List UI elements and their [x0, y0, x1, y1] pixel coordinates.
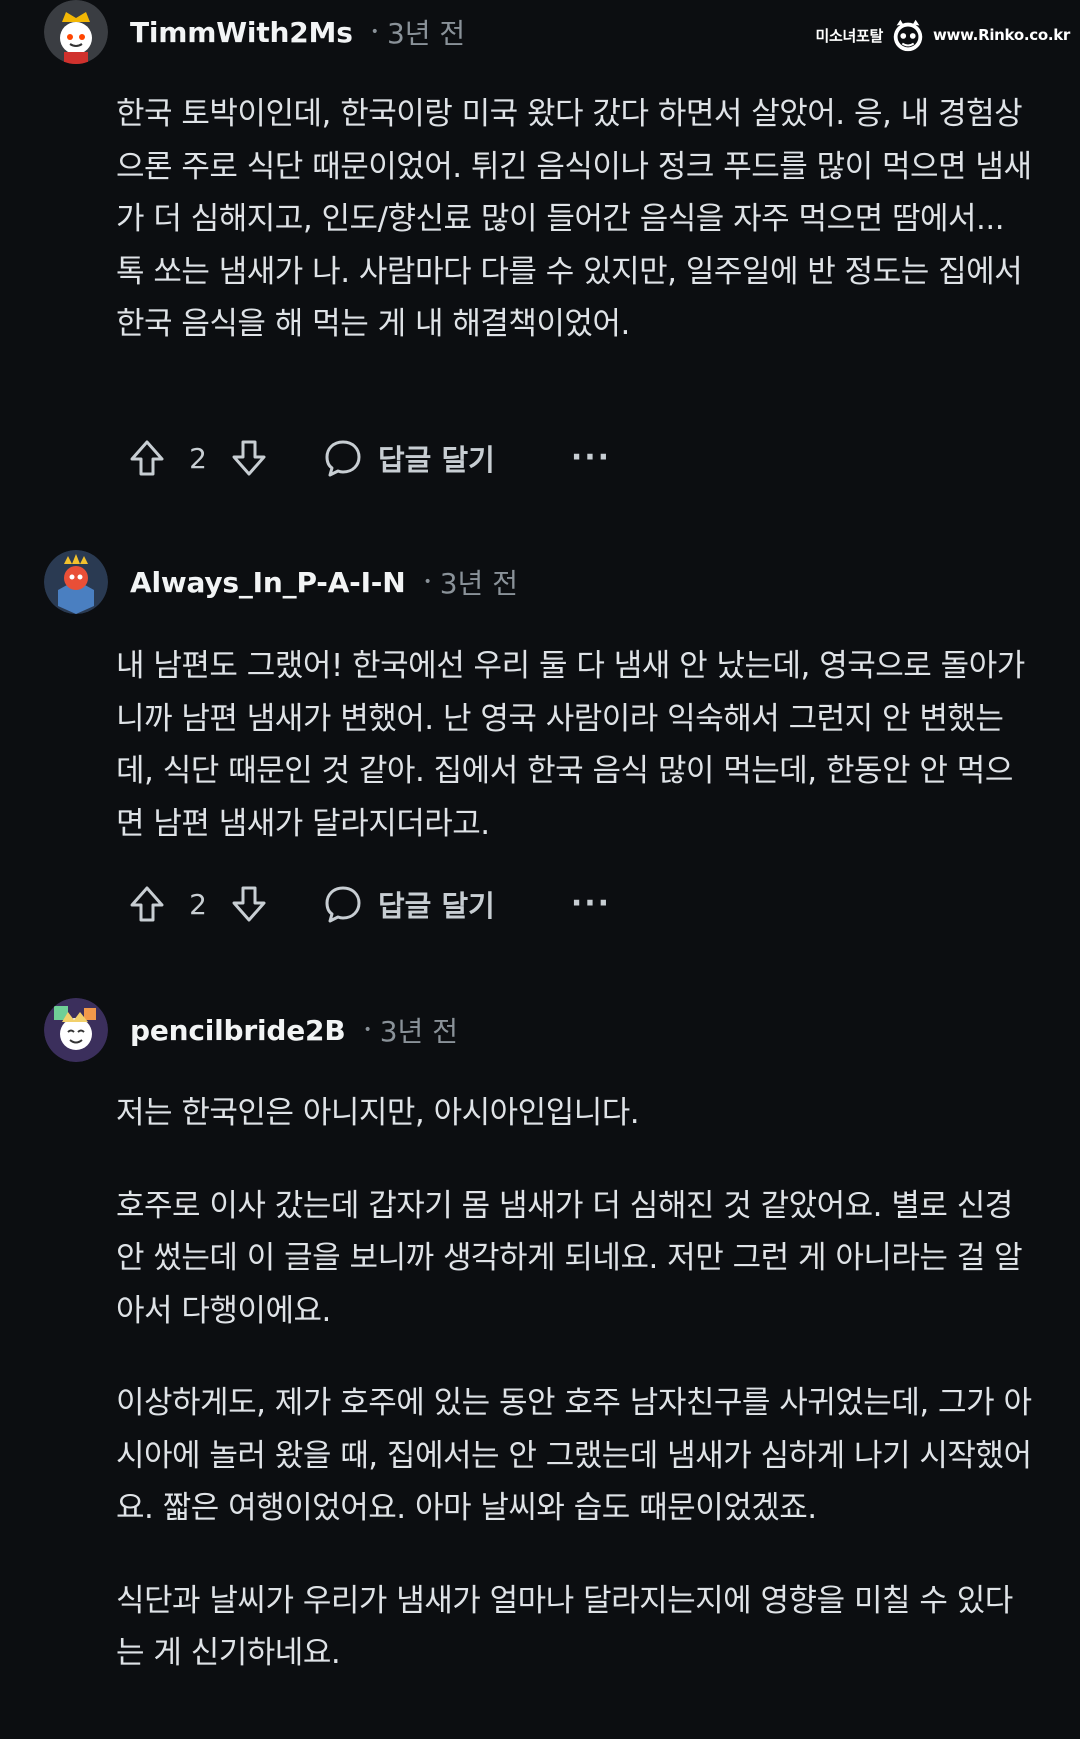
mascot-logo-icon [889, 16, 927, 54]
comment-header: pencilbride2B • 3년 전 [44, 998, 458, 1062]
upvote-icon[interactable] [126, 437, 168, 479]
avatar[interactable] [44, 550, 108, 614]
comment-paragraph: 식단과 날씨가 우리가 냄새가 얼마나 달라지는지에 영향을 미칠 수 있다는 … [116, 1582, 1013, 1672]
separator-dot: • [370, 24, 379, 40]
timestamp: 3년 전 [439, 567, 518, 600]
comment-paragraph: 저는 한국인은 아니지만, 아시아인입니다. [116, 1095, 640, 1131]
comment-bubble-icon [322, 437, 364, 479]
watermark-site-name: 미소녀포탈 [815, 26, 883, 45]
comment-paragraph: 한국 토박이인데, 한국이랑 미국 왔다 갔다 하면서 살았어. 응, 내 경험… [116, 96, 1032, 342]
comment-body: 내 남편도 그랬어! 한국에선 우리 둘 다 냄새 안 났는데, 영국으로 돌아… [116, 640, 1034, 850]
reply-button[interactable]: 답글 달기 [322, 883, 495, 925]
comment-paragraph: 호주로 이사 갔는데 갑자기 몸 냄새가 더 심해진 것 같았어요. 별로 신경… [116, 1187, 1023, 1329]
comment-body: 한국 토박이인데, 한국이랑 미국 왔다 갔다 하면서 살았어. 응, 내 경험… [116, 88, 1034, 351]
upvote-icon[interactable] [126, 883, 168, 925]
downvote-icon[interactable] [228, 883, 270, 925]
username[interactable]: pencilbride2B [130, 1014, 346, 1047]
more-options-button[interactable]: ··· [571, 443, 611, 473]
reply-label: 답글 달기 [378, 443, 495, 477]
watermark-url: www.Rinko.co.kr [932, 26, 1070, 44]
separator-dot: • [423, 574, 432, 590]
timestamp: 3년 전 [379, 1015, 458, 1048]
more-options-button[interactable]: ··· [571, 889, 611, 919]
comment-body: 저는 한국인은 아니지만, 아시아인입니다. 호주로 이사 갔는데 갑자기 몸 … [116, 1087, 1034, 1680]
comment-paragraph: 이상하게도, 제가 호주에 있는 동안 호주 남자친구를 사귀었는데, 그가 아… [116, 1385, 1032, 1526]
downvote-icon[interactable] [228, 437, 270, 479]
comment-header: TimmWith2Ms • 3년 전 [44, 0, 465, 64]
comment-header: Always_In_P-A-I-N • 3년 전 [44, 550, 518, 614]
reply-label: 답글 달기 [378, 889, 495, 923]
timestamp: 3년 전 [386, 17, 466, 50]
vote-count: 2 [189, 441, 207, 475]
username[interactable]: TimmWith2Ms [130, 16, 353, 49]
reply-button[interactable]: 답글 달기 [322, 437, 495, 479]
comment-actions: 2 답글 달기 ··· [126, 880, 611, 928]
comment-bubble-icon [322, 883, 364, 925]
vote-count: 2 [189, 887, 207, 921]
avatar[interactable] [44, 0, 108, 64]
comment-paragraph: 내 남편도 그랬어! 한국에선 우리 둘 다 냄새 안 났는데, 영국으로 돌아… [116, 648, 1025, 842]
separator-dot: • [363, 1022, 372, 1038]
watermark: 미소녀포탈 www.Rinko.co.kr [815, 16, 1070, 54]
avatar[interactable] [44, 998, 108, 1062]
username[interactable]: Always_In_P-A-I-N [130, 566, 406, 599]
comment-actions: 2 답글 달기 ··· [126, 434, 611, 482]
